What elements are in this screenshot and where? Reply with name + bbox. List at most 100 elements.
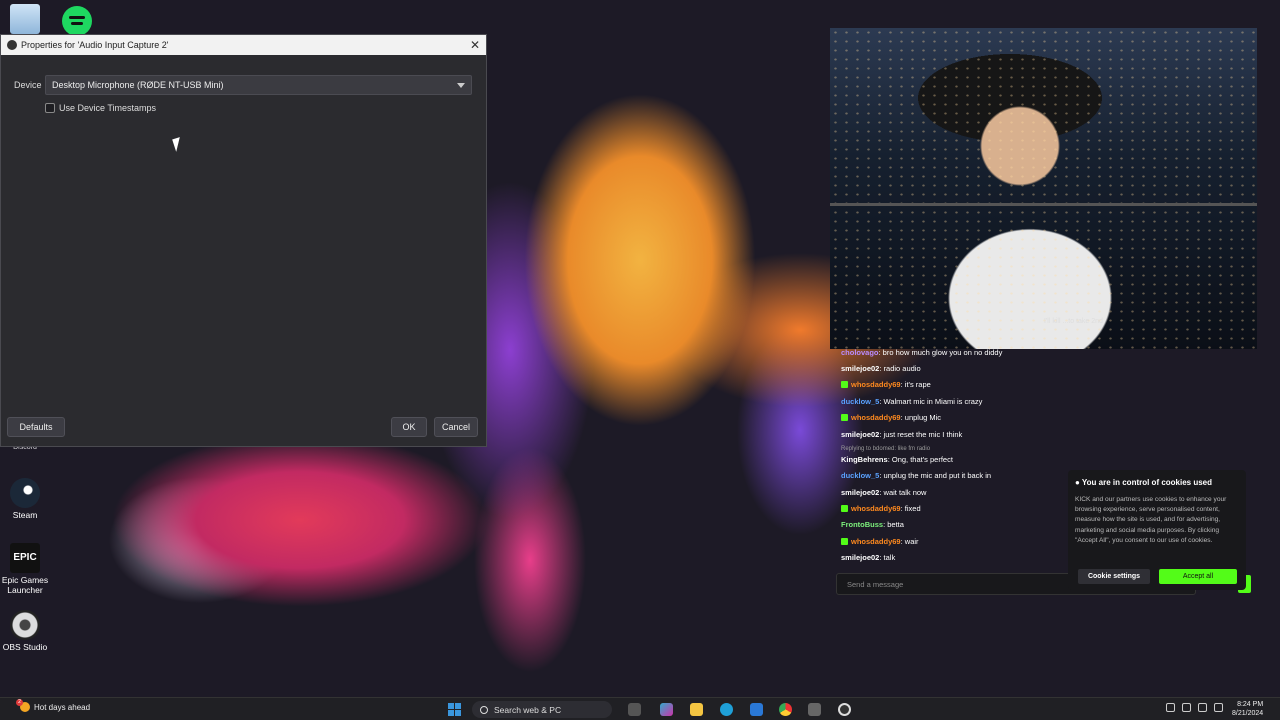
chat-message: whosdaddy69: unplug Mic	[841, 413, 941, 422]
chat-text: : it's rape	[900, 380, 931, 389]
search-icon	[480, 705, 488, 714]
subscriber-badge-icon	[841, 538, 848, 545]
chat-message: smilejoe02: just reset the mic I think	[841, 430, 962, 439]
taskbar-search-placeholder: Search web & PC	[494, 704, 562, 715]
desktop-icon-epic-games[interactable]: EPIC Epic Games Launcher	[0, 543, 50, 596]
use-device-timestamps-checkbox[interactable]	[45, 103, 55, 113]
device-select-value: Desktop Microphone (RØDE NT-USB Mini)	[52, 80, 224, 90]
chat-username[interactable]: smilejoe02	[841, 364, 879, 373]
ok-button[interactable]: OK	[391, 417, 427, 437]
spotify-icon	[62, 6, 92, 36]
taskbar-search[interactable]: Search web & PC	[472, 701, 612, 718]
chat-username[interactable]: smilejoe02	[841, 553, 879, 562]
chat-message: ducklow_5: unplug the mic and put it bac…	[841, 471, 991, 480]
chat-username[interactable]: whosdaddy69	[851, 413, 901, 422]
windows-start-icon[interactable]	[448, 703, 461, 716]
chat-username[interactable]: smilejoe02	[841, 430, 879, 439]
defaults-button[interactable]: Defaults	[7, 417, 65, 437]
chat-text: : just reset the mic I think	[879, 430, 963, 439]
photos-icon[interactable]	[808, 703, 821, 716]
cancel-button[interactable]: Cancel	[434, 417, 478, 437]
chat-message: ducklow_5: Walmart mic in Miami is crazy	[841, 397, 982, 406]
desktop-icon-steam[interactable]: Steam	[0, 478, 50, 521]
epic-games-icon: EPIC	[10, 543, 40, 573]
chat-username[interactable]: KingBehrens	[841, 455, 888, 464]
sun-icon: 2	[16, 699, 30, 712]
chat-message: KingBehrens: Ong, that's perfect	[841, 455, 953, 464]
network-icon[interactable]	[1198, 703, 1207, 712]
cookie-settings-button[interactable]: Cookie settings	[1078, 569, 1150, 584]
stream-video[interactable]	[830, 28, 1257, 349]
close-icon[interactable]: ✕	[470, 38, 480, 52]
chat-text: : talk	[879, 553, 896, 562]
obs-taskbar-icon[interactable]	[838, 703, 851, 716]
chat-text: : unplug the mic and put it back in	[879, 471, 992, 480]
subscriber-badge-icon	[841, 381, 848, 388]
chat-message: smilejoe02: talk	[841, 553, 895, 562]
chat-text: : betta	[883, 520, 904, 529]
obs-icon	[7, 40, 17, 50]
notification-badge: 2	[16, 699, 23, 706]
cookie-consent-popup: ● You are in control of cookies used KIC…	[1068, 470, 1246, 590]
store-icon[interactable]	[750, 703, 763, 716]
chat-text: : Ong, that's perfect	[887, 455, 953, 464]
chat-username[interactable]: ducklow_5	[841, 397, 879, 406]
cookie-title: ● You are in control of cookies used	[1075, 478, 1239, 487]
stream-overlay-text: I'll kill ...to take 2nd	[1044, 318, 1103, 325]
chevron-up-icon[interactable]	[1150, 703, 1159, 712]
chat-username[interactable]: whosdaddy69	[851, 537, 901, 546]
desktop-icon-label: Epic Games Launcher	[1, 575, 49, 595]
display-icon[interactable]	[1182, 703, 1191, 712]
weather-widget[interactable]: 2 Hot days ahead	[16, 699, 91, 712]
properties-dialog: Properties for 'Audio Input Capture 2' ✕…	[0, 34, 487, 447]
recycle-bin-icon	[10, 4, 40, 34]
chat-message: smilejoe02: radio audio	[841, 364, 921, 373]
cookie-body: KICK and our partners use cookies to enh…	[1075, 496, 1227, 544]
volume-icon[interactable]	[1214, 703, 1223, 712]
desktop-icon-recycle-bin[interactable]	[0, 4, 50, 37]
weather-text: Hot days ahead	[34, 702, 91, 712]
chat-username[interactable]: whosdaddy69	[851, 504, 901, 513]
dialog-title: Properties for 'Audio Input Capture 2'	[21, 40, 169, 50]
device-select[interactable]: Desktop Microphone (RØDE NT-USB Mini)	[45, 75, 472, 95]
accept-all-button[interactable]: Accept all	[1159, 569, 1237, 584]
chat-text: : wair	[900, 537, 919, 546]
chat-message: smilejoe02: wait talk now	[841, 488, 926, 497]
chrome-icon[interactable]	[779, 703, 792, 716]
device-row: Device Desktop Microphone (RØDE NT-USB M…	[14, 75, 472, 95]
chat-text: : bro how much glow you on no diddy	[878, 348, 1003, 357]
edge-icon[interactable]	[720, 703, 733, 716]
chat-text: : radio audio	[879, 364, 921, 373]
file-explorer-icon[interactable]	[690, 703, 703, 716]
cookie-icon: ●	[1075, 478, 1080, 487]
chat-text: : fixed	[900, 504, 921, 513]
copilot-icon[interactable]	[660, 703, 673, 716]
chat-username[interactable]: ducklow_5	[841, 471, 879, 480]
chat-text: : unplug Mic	[900, 413, 942, 422]
task-view-icon[interactable]	[628, 703, 641, 716]
chat-username[interactable]: smilejoe02	[841, 488, 879, 497]
use-device-timestamps-label: Use Device Timestamps	[59, 103, 157, 113]
steam-icon	[10, 478, 40, 508]
subscriber-badge-icon	[841, 414, 848, 421]
chat-message: whosdaddy69: fixed	[841, 504, 921, 513]
desktop-icon-obs[interactable]: OBS Studio	[0, 610, 50, 653]
chat-username[interactable]: whosdaddy69	[851, 380, 901, 389]
chat-username[interactable]: FrontoBuss	[841, 520, 883, 529]
chat-text: : wait talk now	[879, 488, 927, 497]
desktop-icon-label: OBS Studio	[2, 642, 48, 652]
taskbar-clock[interactable]: 8:24 PM 8/21/2024	[1232, 700, 1263, 718]
chat-username[interactable]: cholovago	[841, 348, 879, 357]
use-device-timestamps-row[interactable]: Use Device Timestamps	[45, 103, 156, 113]
cookie-title-text: You are in control of cookies used	[1081, 478, 1213, 487]
subscriber-badge-icon	[841, 505, 848, 512]
obs-icon	[10, 610, 40, 640]
system-tray	[1150, 703, 1223, 712]
dialog-titlebar[interactable]: Properties for 'Audio Input Capture 2' ✕	[1, 35, 486, 55]
chat-message: FrontoBuss: betta	[841, 520, 904, 529]
taskbar: 2 Hot days ahead Search web & PC 8:24 PM…	[0, 697, 1280, 720]
microphone-icon[interactable]	[1166, 703, 1175, 712]
chat-message: whosdaddy69: it's rape	[841, 380, 931, 389]
chat-input-placeholder: Send a message	[847, 579, 904, 589]
chat-message: cholovago: bro how much glow you on no d…	[841, 348, 1002, 357]
